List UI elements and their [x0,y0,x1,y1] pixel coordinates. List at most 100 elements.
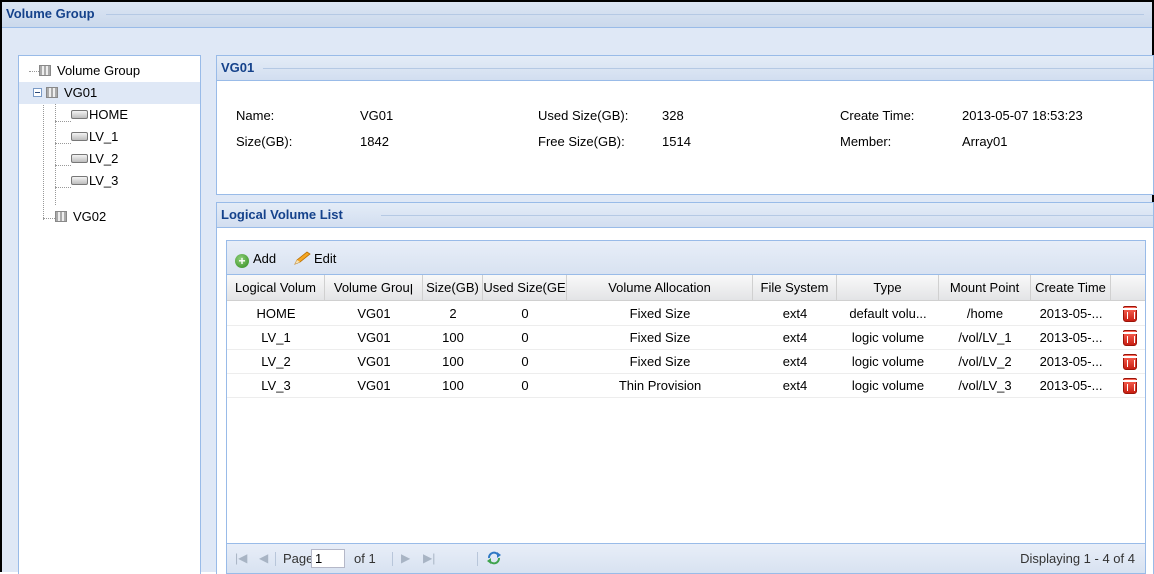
disk-icon [71,176,88,185]
column-type[interactable]: Type [837,275,939,301]
header-rule [263,68,1153,69]
cell-type: default volu... [849,306,927,321]
pencil-icon [294,251,311,265]
collapse-icon[interactable] [33,88,42,97]
add-icon: + [235,254,249,268]
cell-mount-point: /vol/LV_1 [958,330,1012,345]
delete-icon[interactable] [1122,378,1138,394]
column-mount-point[interactable]: Mount Point [939,275,1031,301]
tree-item-lv-1[interactable]: LV_1 [71,126,118,148]
column-actions [1111,275,1145,301]
tree-item-label: HOME [89,107,128,122]
column-logical-volume[interactable]: Logical Volum [227,275,325,301]
tree-item-label: LV_2 [89,151,119,166]
cell-mount-point: /vol/LV_2 [958,354,1012,369]
column-used-size[interactable]: Used Size(GE [483,275,567,301]
cell-used-size: 0 [521,330,529,345]
tree-connector [43,218,55,219]
first-page-icon[interactable]: |◀ [235,551,247,565]
tree-connector [55,121,71,122]
column-file-system[interactable]: File System [753,275,837,301]
free-size-label: Free Size(GB): [538,134,625,149]
window-title-bar: Volume Group [2,2,1152,28]
used-size-value: 328 [662,108,684,123]
column-volume-group[interactable]: Volume Grouן [325,275,423,301]
tree-connector [55,143,71,144]
tree-connector [43,100,44,220]
tree-item-lv-3[interactable]: LV_3 [71,170,118,192]
free-size-value: 1514 [662,134,691,149]
disk-icon [71,110,88,119]
paging-toolbar: |◀ ◀ Page of 1 ▶ ▶| Displaying 1 - 4 of … [227,543,1145,573]
vg-details-panel: VG01 Name: VG01 Size(GB): 1842 Used Size… [216,55,1154,195]
cell-volume-group: VG01 [357,378,391,393]
table-row[interactable]: LV_1 VG01 100 0 Fixed Size ext4 logic vo… [227,326,1145,350]
tree-item-label: LV_1 [89,129,119,144]
separator [392,552,393,566]
volume-group-window: Volume Group Volume Group VG01 HOME LV_1… [0,0,1154,574]
cell-type: logic volume [851,354,925,369]
create-time-value: 2013-05-07 18:53:23 [962,108,1083,123]
vg-details-header: VG01 [217,56,1153,81]
cell-file-system: ext4 [782,354,808,369]
separator [477,552,478,566]
add-button-label: Add [253,251,277,266]
name-value: VG01 [360,108,394,123]
delete-icon[interactable] [1122,330,1138,346]
disk-icon [71,132,88,141]
size-value: 1842 [360,134,389,149]
cell-size: 100 [442,378,464,393]
refresh-icon[interactable] [486,550,502,566]
add-button[interactable]: + Add [235,249,276,269]
vg-details-title: VG01 [221,60,255,75]
volume-tree-panel: Volume Group VG01 HOME LV_1 LV_2 LV_3 VG… [18,55,201,574]
table-row[interactable]: LV_2 VG01 100 0 Fixed Size ext4 logic vo… [227,350,1145,374]
logical-volume-grid: + Add Edit Logical Volum Volume Grouן Siz… [226,240,1146,574]
volume-group-icon [46,87,58,98]
cell-create-time: 2013-05-... [1039,378,1103,393]
cell-size: 2 [449,306,457,321]
cell-used-size: 0 [521,306,529,321]
size-label: Size(GB): [236,134,293,149]
tree-item-vg02[interactable]: VG02 [55,206,106,228]
disk-icon [71,154,88,163]
cell-used-size: 0 [521,354,529,369]
prev-page-icon[interactable]: ◀ [259,551,268,565]
header-rule [381,215,1153,216]
cell-volume-allocation: Fixed Size [629,306,691,321]
cell-logical-volume: HOME [256,306,296,321]
cell-size: 100 [442,354,464,369]
cell-mount-point: /vol/LV_3 [958,378,1012,393]
cell-create-time: 2013-05-... [1039,354,1103,369]
page-label: Page [283,551,314,566]
tree-item-lv-2[interactable]: LV_2 [71,148,118,170]
cell-volume-allocation: Fixed Size [629,330,691,345]
table-row[interactable]: HOME VG01 2 0 Fixed Size ext4 default vo… [227,302,1145,326]
edit-button-label: Edit [314,251,337,266]
delete-icon[interactable] [1122,306,1138,322]
page-count-label: of 1 [354,551,376,566]
cell-volume-allocation: Thin Provision [618,378,702,393]
last-page-icon[interactable]: ▶| [423,551,435,565]
column-create-time[interactable]: Create Time [1031,275,1111,301]
separator [275,552,276,566]
next-page-icon[interactable]: ▶ [401,551,410,565]
page-number-input[interactable] [311,549,345,568]
cell-file-system: ext4 [782,330,808,345]
column-size[interactable]: Size(GB) [423,275,483,301]
edit-button[interactable]: Edit [293,249,336,269]
column-volume-allocation[interactable]: Volume Allocation [567,275,753,301]
paging-display-text: Displaying 1 - 4 of 4 [1020,551,1135,566]
tree-item-home[interactable]: HOME [71,104,128,126]
tree-item-label: LV_3 [89,173,119,188]
tree-item-vg01[interactable]: VG01 [33,82,97,104]
table-row[interactable]: LV_3 VG01 100 0 Thin Provision ext4 logi… [227,374,1145,398]
cell-volume-group: VG01 [357,306,391,321]
create-time-label: Create Time: [840,108,915,123]
delete-icon[interactable] [1122,354,1138,370]
tree-root-volume-group[interactable]: Volume Group [39,60,140,82]
tree-connector [55,165,71,166]
cell-logical-volume: LV_2 [261,354,291,369]
tree-item-label: VG01 [64,85,98,100]
cell-logical-volume: LV_1 [261,330,291,345]
